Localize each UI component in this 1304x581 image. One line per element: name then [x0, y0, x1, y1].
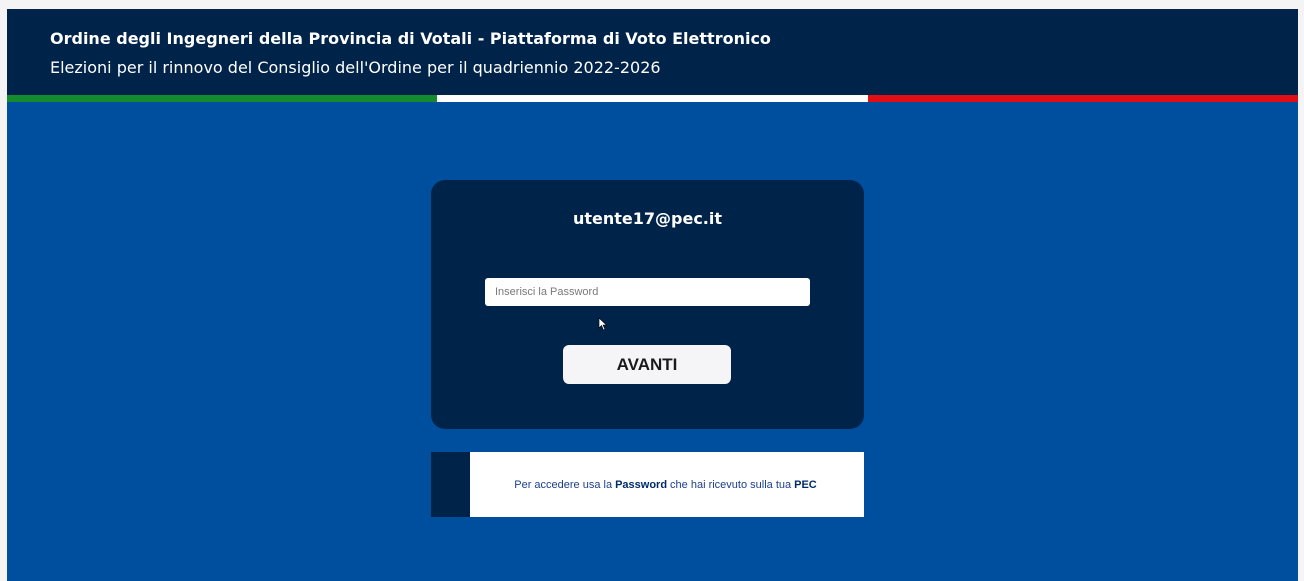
page-subtitle: Elezioni per il rinnovo del Consiglio de…	[50, 58, 661, 77]
user-email: utente17@pec.it	[572, 209, 723, 228]
flag-white-band	[437, 95, 868, 102]
info-stripe	[431, 452, 470, 517]
page-frame: Ordine degli Ingegneri della Provincia d…	[7, 9, 1298, 581]
italian-flag-stripe	[7, 95, 1298, 102]
info-pec-word: PEC	[794, 478, 817, 491]
header: Ordine degli Ingegneri della Provincia d…	[7, 9, 1298, 95]
info-middle: che hai ricevuto sulla tua	[670, 478, 792, 491]
flag-green-band	[7, 95, 438, 102]
info-box: Per accedere usa la Password che hai ric…	[431, 452, 864, 517]
info-password-word: Password	[615, 478, 668, 491]
login-card: utente17@pec.it AVANTI	[431, 180, 864, 429]
avanti-button[interactable]: AVANTI	[563, 345, 731, 384]
mouse-cursor-icon	[598, 317, 608, 331]
password-input[interactable]	[485, 278, 810, 306]
page-title: Ordine degli Ingegneri della Provincia d…	[50, 29, 771, 48]
info-prefix: Per accedere usa la	[514, 478, 613, 491]
info-message: Per accedere usa la Password che hai ric…	[470, 452, 864, 517]
flag-red-band	[867, 95, 1298, 102]
